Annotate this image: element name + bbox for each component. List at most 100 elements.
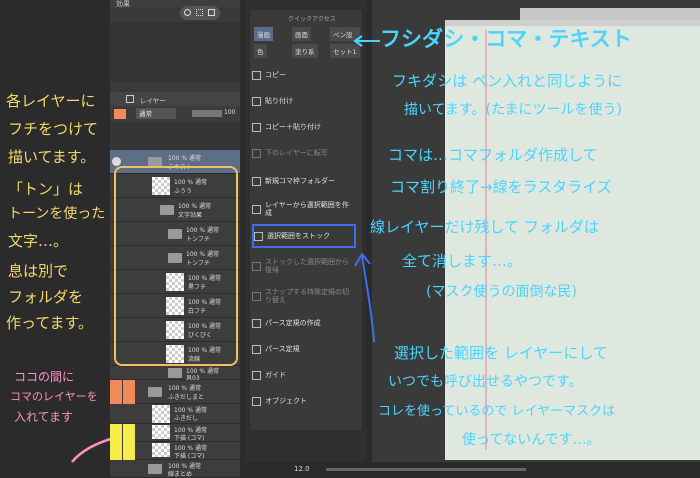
lock-yellow-icon[interactable] (123, 424, 135, 442)
menu-copy-paste[interactable]: コピー＋貼り付け (252, 114, 356, 140)
menu-snap-ruler[interactable]: スナップする特殊定規の切り替え (252, 282, 356, 310)
menu-label: 貼り付け (265, 97, 293, 105)
blend-mode-select[interactable]: 通常 (136, 108, 176, 119)
zoom-value[interactable]: 12.0 (294, 465, 310, 473)
stock-selection-icon (254, 231, 263, 241)
copy-paste-icon (252, 122, 261, 132)
menu-restore-stock[interactable]: ストックした選択範囲から復帰 (252, 252, 356, 280)
screenshot-root: 各レイヤーに フチをつけて 描いてます。 「トン」は トーンを使った 文字…。 … (0, 0, 700, 478)
tab-color[interactable]: 色 (254, 44, 267, 58)
menu-copy[interactable]: コピー (252, 62, 356, 88)
menu-create-perspective[interactable]: パース定規の作成 (252, 310, 356, 336)
zoom-slider[interactable] (326, 468, 526, 471)
eye-icon[interactable] (112, 157, 121, 166)
note-heading: フシダシ・コマ・テキスト (380, 27, 632, 51)
menu-guide[interactable]: ガイド (252, 362, 356, 388)
folder-icon (148, 387, 162, 397)
menu-new-frame-folder[interactable]: 新規コマ枠フォルダー (252, 168, 356, 194)
eye-orange-icon[interactable] (110, 380, 122, 404)
page-strip (520, 8, 700, 20)
lock-orange-icon[interactable] (123, 380, 135, 404)
layer-name: ふきだしまと (168, 394, 205, 401)
layer-opacity: 100 % 通常 (168, 385, 201, 392)
layer-tab[interactable]: レイヤー (140, 95, 166, 105)
heading-arrow-icon (353, 35, 380, 47)
layer-row[interactable]: 100 % 通常 ふきだしまと (110, 380, 240, 404)
tab-manga[interactable]: 漫画 (254, 27, 273, 41)
folder-icon (148, 464, 162, 474)
note-sel-4: 使ってないんです…。 (462, 432, 601, 448)
menu-label: ガイド (265, 371, 286, 379)
menu-selection-from-layer[interactable]: レイヤーから選択範囲を作成 (252, 194, 356, 224)
layer-row[interactable]: 100 % 通常 ふきだし (110, 404, 240, 424)
perspective-ruler-icon (252, 344, 261, 354)
layer-row[interactable]: 100 % 通常 下描 (コマ) (110, 442, 240, 460)
layer-thumbnail (152, 425, 170, 439)
effect-area (110, 22, 240, 82)
note-fuki-2: 描いてます。(たまにツールを使う) (404, 102, 622, 118)
layer-name: 下描 (コマ) (174, 453, 205, 460)
menu-label: オブジェクト (265, 397, 307, 405)
note-left-line8: フォルダを (8, 288, 84, 306)
selection-layer-icon (252, 204, 261, 214)
menu-transfer-down[interactable]: 下のレイヤーに転写 (252, 140, 356, 166)
layer-thumbnail (152, 405, 170, 423)
layers-icon (126, 95, 134, 103)
opacity-slider[interactable] (192, 110, 222, 117)
layer-row[interactable]: 100 % 通常 線まとめ (110, 460, 240, 478)
menu-perspective-ruler[interactable]: パース定規 (252, 336, 356, 362)
blue-arrow-icon (354, 252, 375, 343)
folder-icon (168, 368, 182, 378)
note-left-line9: 作ってます。 (6, 314, 94, 332)
layer-tab-bar: レイヤー (110, 92, 240, 106)
frame-folder-icon (252, 176, 261, 186)
note-koma-5: (マスク使うの面倒な民) (426, 284, 577, 300)
eye-yellow-icon[interactable] (110, 424, 122, 442)
layer-name: 線まとめ (168, 471, 193, 478)
blend-bar: 通常 100 (110, 106, 240, 122)
object-icon (252, 396, 261, 406)
guide-icon (252, 370, 261, 380)
menu-object[interactable]: オブジェクト (252, 388, 356, 414)
effect-toggle-group[interactable] (180, 6, 220, 20)
tab-screen[interactable]: 画面 (292, 27, 311, 41)
layer-panel: 効果 レイヤー 通常 100 100 % 通常 テキスト 100 % 通常 ふう… (110, 0, 240, 478)
effect-label: 効果 (116, 0, 130, 8)
tab-paint[interactable]: 塗り系 (292, 44, 318, 58)
status-bar: 12.0 (246, 462, 700, 478)
note-bottom-line1: ココの間に (14, 370, 75, 384)
note-sel-1: 選択した範囲を レイヤーにして (394, 344, 608, 362)
quick-access-title: クイックアクセス (288, 16, 336, 23)
dots-icon (196, 9, 203, 16)
note-bottom-line2: コマのレイヤーを (10, 390, 98, 403)
menu-paste[interactable]: 貼り付け (252, 88, 356, 114)
layer-name: 下描 (コマ) (174, 435, 205, 442)
effect-header: 効果 (110, 0, 240, 8)
note-koma-2: コマ割り終了→線をラスタライズ (390, 178, 612, 196)
quick-access-panel: クイックアクセス 漫画 画面 ペン設定 色 塗り系 セット1 コピー 貼り付け … (246, 0, 366, 478)
layer-row[interactable]: 100 % 通常 下描 (コマ) (110, 424, 240, 442)
layer-row[interactable]: 100 % 通常 息03 (110, 366, 240, 382)
note-sel-2: いつでも呼び出せるやつです。 (388, 374, 583, 390)
note-left-line4: 「トン」は (8, 180, 84, 198)
lock-yellow-icon[interactable] (123, 442, 135, 460)
layer-thumbnail (152, 443, 170, 457)
square-icon (208, 9, 215, 16)
note-left-line7: 息は別で (8, 262, 69, 280)
note-sel-3: コレを使っているので レイヤーマスクは (378, 404, 616, 419)
eye-yellow-icon[interactable] (110, 442, 122, 460)
menu-label: 新規コマ枠フォルダー (265, 177, 335, 185)
menu-label: コピー＋貼り付け (265, 123, 321, 131)
paste-icon (252, 96, 261, 106)
menu-label: パース定規 (265, 345, 300, 353)
menu-label: レイヤーから選択範囲を作成 (265, 200, 349, 217)
color-swatch[interactable] (114, 109, 126, 119)
transfer-icon (252, 148, 261, 158)
note-koma-3: 線レイヤーだけ残して フォルダは (370, 218, 599, 236)
note-koma-1: コマは…コマフォルダ作成して (388, 146, 598, 164)
note-koma-4: 全て消します…。 (402, 252, 523, 270)
menu-stock-selection[interactable]: 選択範囲をストック (252, 224, 356, 248)
note-bottom-line3: 入れてます (14, 410, 74, 424)
menu-label: コピー (265, 71, 286, 79)
menu-label: 下のレイヤーに転写 (265, 149, 328, 157)
